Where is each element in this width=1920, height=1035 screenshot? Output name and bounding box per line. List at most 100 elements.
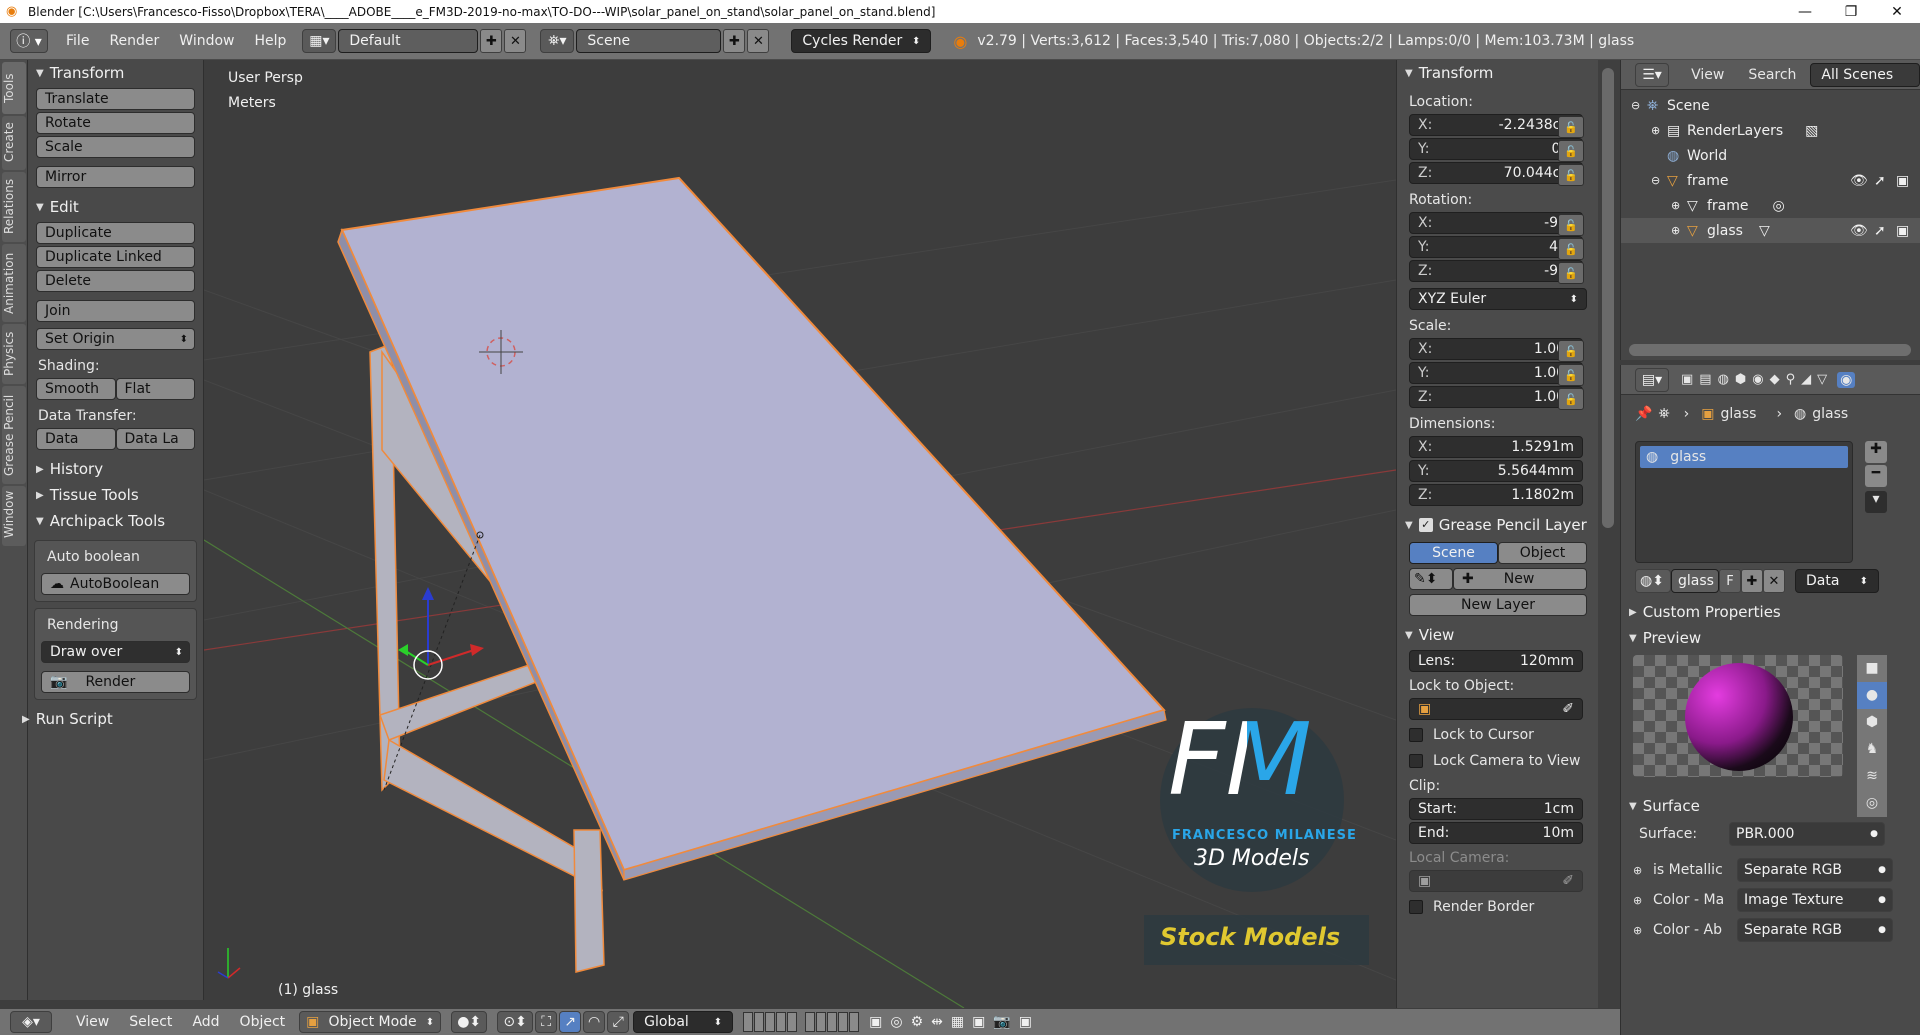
delete-button[interactable]: Delete	[36, 270, 195, 292]
dimension-z-field[interactable]: Z: 1.1802m	[1409, 484, 1583, 506]
preview-shape-buttons[interactable]: ■ ● ⬢ ♞ ≋ ◎	[1857, 655, 1887, 817]
smooth-button[interactable]: Smooth	[36, 378, 116, 400]
menu-file[interactable]: File	[56, 33, 99, 49]
expand-icon[interactable]: ⊕	[1633, 924, 1653, 937]
draw-over-select[interactable]: Draw over ⬍	[41, 641, 190, 663]
outliner-view-menu[interactable]: View	[1691, 67, 1724, 83]
material-slot-glass[interactable]: ◍ glass	[1640, 446, 1848, 468]
manipulator-toggle[interactable]: ⛶	[535, 1011, 558, 1033]
lock-object-field[interactable]: ▣ ✐	[1409, 698, 1583, 720]
preview-world-icon[interactable]: ◎	[1857, 790, 1887, 817]
collapse-icon[interactable]: ⊖	[1631, 99, 1647, 112]
tab-window[interactable]: Window	[2, 486, 26, 546]
render-border-checkbox[interactable]: Render Border	[1397, 894, 1598, 920]
display-mode-select[interactable]: All Scenes	[1810, 62, 1920, 87]
rotation-mode-select[interactable]: XYZ Euler ⬍	[1409, 288, 1587, 310]
viewport-shading-select[interactable]: ●⬍	[451, 1011, 488, 1033]
rotate-button[interactable]: Rotate	[36, 112, 195, 134]
outliner-item-renderlayers[interactable]: ⊕ ▤ RenderLayers ▧	[1621, 118, 1920, 143]
rotate-manipulator-button[interactable]: ◠	[583, 1011, 606, 1033]
outliner-hscrollbar[interactable]	[1629, 344, 1911, 356]
scale-button[interactable]: Scale	[36, 136, 195, 158]
scale-y-field[interactable]: Y: 1.000	[1409, 362, 1583, 384]
outliner-editor-type[interactable]: ☰▾	[1635, 62, 1670, 87]
add-slot-button[interactable]: ✚	[1865, 441, 1887, 463]
preview-hair-icon[interactable]: ≋	[1857, 763, 1887, 790]
lock-icon[interactable]: 🔓	[1558, 262, 1584, 284]
layout-remove-button[interactable]: ✕	[504, 29, 527, 53]
material-slot-list[interactable]: ◍ glass	[1635, 441, 1853, 563]
header-tool-icons[interactable]: ▣◎⚙⇹▦▣📷▣	[869, 1014, 1040, 1030]
editor-type-button[interactable]: ⓘ ▾	[10, 29, 48, 53]
lock-icon[interactable]: 🔓	[1558, 164, 1584, 186]
scene-remove-button[interactable]: ✕	[747, 29, 770, 53]
gp-new-layer-button[interactable]: New Layer	[1409, 594, 1587, 616]
clip-end-field[interactable]: End: 10m	[1409, 822, 1583, 844]
link-type-select[interactable]: Data ⬍	[1795, 569, 1879, 593]
unlink-material-button[interactable]: ✕	[1763, 569, 1785, 593]
surface-shader-select[interactable]: PBR.000 ●	[1729, 822, 1885, 846]
input-link-select[interactable]: Image Texture ●	[1737, 888, 1893, 912]
autoboolean-button[interactable]: ☁ AutoBoolean	[41, 573, 190, 595]
properties-scrollbar[interactable]	[1598, 60, 1620, 1008]
checkbox-checked-icon[interactable]: ✓	[1418, 518, 1433, 532]
outliner-item-frame-mesh[interactable]: ⊕ ▽ frame ◎	[1621, 193, 1920, 218]
layout-browse-button[interactable]: ▦▾	[302, 29, 337, 53]
translate-manipulator-button[interactable]: ↗	[559, 1011, 582, 1033]
preview-monkey-icon[interactable]: ♞	[1857, 736, 1887, 763]
fake-user-button[interactable]: F	[1719, 569, 1741, 593]
scroll-thumb[interactable]	[1602, 68, 1614, 528]
remove-slot-button[interactable]: ━	[1865, 465, 1887, 487]
flat-button[interactable]: Flat	[115, 378, 195, 400]
set-origin-select[interactable]: Set Origin ⬍	[36, 328, 195, 350]
render-button[interactable]: 📷 Render	[41, 671, 190, 693]
material-name-field[interactable]: glass	[1671, 569, 1719, 593]
transform-header[interactable]: ▼ Transform	[1397, 60, 1598, 86]
clip-start-field[interactable]: Start: 1cm	[1409, 798, 1583, 820]
layout-add-button[interactable]: ✚	[480, 29, 503, 53]
archipack-panel-header[interactable]: ▼ Archipack Tools	[28, 508, 203, 534]
preview-sphere-icon[interactable]: ●	[1857, 682, 1887, 709]
preview-cube-icon[interactable]: ⬢	[1857, 709, 1887, 736]
lock-icon[interactable]: 🔓	[1558, 364, 1584, 386]
render-camera-icon[interactable]: ▣	[1896, 173, 1920, 189]
mode-select[interactable]: ▣ Object Mode ⬍	[299, 1011, 442, 1033]
view-panel-header[interactable]: ▼ View	[1397, 622, 1598, 648]
transform-manipulator[interactable]	[398, 587, 484, 680]
scene-add-button[interactable]: ✚	[723, 29, 746, 53]
duplicate-button[interactable]: Duplicate	[36, 222, 195, 244]
menu-add[interactable]: Add	[182, 1014, 229, 1030]
outliner-item-scene[interactable]: ⊖ ⛯ Scene	[1621, 93, 1920, 118]
material-tab-icon[interactable]: ◉	[1837, 371, 1856, 388]
history-panel-header[interactable]: ▶ History	[28, 456, 203, 482]
custom-properties-header[interactable]: ▶ Custom Properties	[1621, 599, 1920, 625]
expand-icon[interactable]: ⊕	[1633, 864, 1653, 877]
lock-icon[interactable]: 🔓	[1558, 116, 1584, 138]
tissue-tools-panel-header[interactable]: ▶ Tissue Tools	[28, 482, 203, 508]
tab-physics[interactable]: Physics	[2, 324, 26, 384]
gp-scene-tab[interactable]: Scene	[1409, 542, 1498, 564]
scale-x-field[interactable]: X: 1.000	[1409, 338, 1583, 360]
location-x-field[interactable]: X: -2.2438cm	[1409, 114, 1583, 136]
dimension-y-field[interactable]: Y: 5.5644mm	[1409, 460, 1583, 482]
scale-manipulator-button[interactable]: ⤢	[607, 1011, 630, 1033]
renderlayer-toggle-icon[interactable]: ▧	[1805, 123, 1818, 139]
slot-specials-button[interactable]: ▾	[1865, 491, 1887, 513]
tab-create[interactable]: Create	[2, 116, 26, 170]
layer-buttons[interactable]	[743, 1012, 860, 1032]
scene-name-field[interactable]: Scene	[576, 29, 722, 53]
run-script-panel-header[interactable]: ▶ Run Script	[8, 706, 203, 732]
lock-icon[interactable]: 🔓	[1558, 238, 1584, 260]
data-layout-button[interactable]: Data La	[115, 428, 195, 450]
translate-button[interactable]: Translate	[36, 88, 195, 110]
eyedropper-icon[interactable]: ✐	[1562, 701, 1574, 717]
menu-window[interactable]: Window	[169, 33, 244, 49]
lock-icon[interactable]: 🔓	[1558, 140, 1584, 162]
expand-icon[interactable]: ⊕	[1651, 124, 1667, 137]
lock-icon[interactable]: 🔓	[1558, 388, 1584, 410]
lock-camera-checkbox[interactable]: Lock Camera to View	[1397, 748, 1598, 774]
lock-icon[interactable]: 🔓	[1558, 214, 1584, 236]
cursor-select-icon[interactable]: ➚	[1874, 173, 1896, 189]
lens-field[interactable]: Lens: 120mm	[1409, 650, 1583, 672]
properties-context-tabs[interactable]: ▣▤◍⬢◉◆⚲◢▽	[1681, 372, 1833, 387]
